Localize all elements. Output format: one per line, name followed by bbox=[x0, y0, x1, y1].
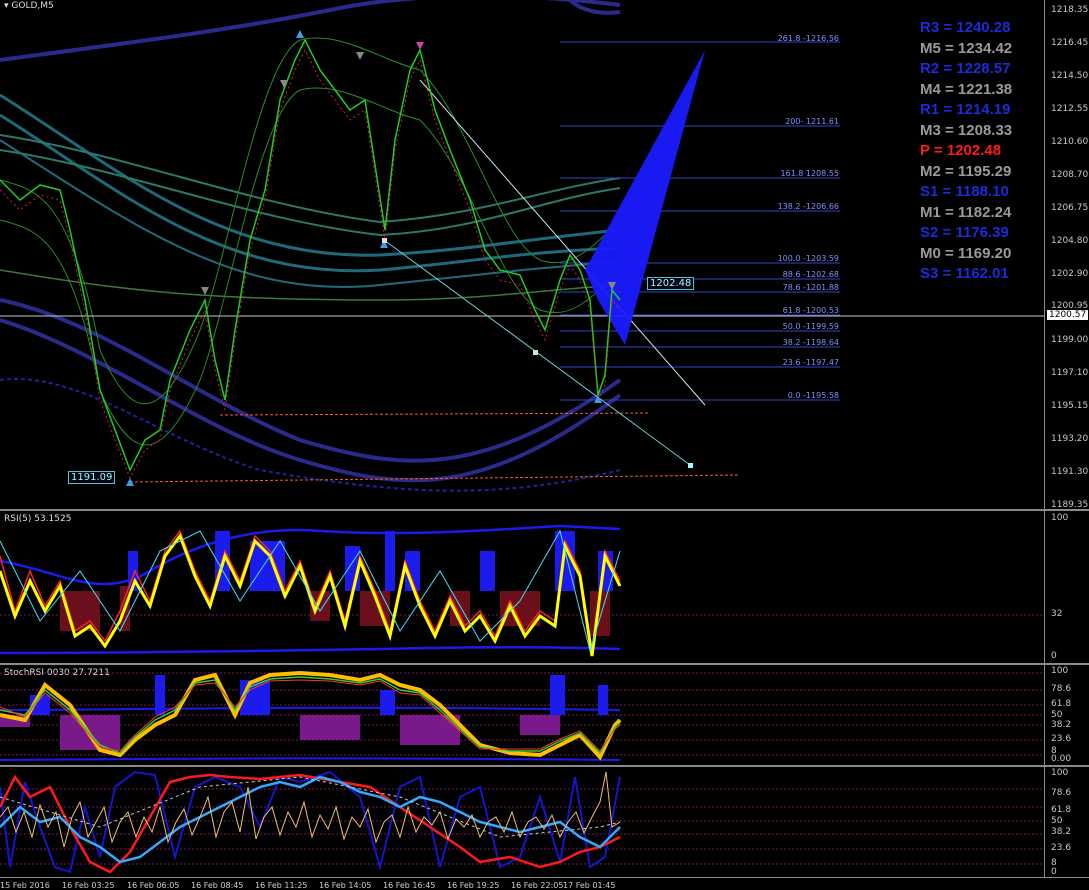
stoch-tick: 38.2 bbox=[1051, 720, 1072, 730]
pivot-levels: R3 = 1240.28 M5 = 1234.42 R2 = 1228.57 M… bbox=[920, 18, 1012, 285]
fib-label: 50.0 -1199.59 bbox=[782, 322, 839, 331]
pivot-p: P = 1202.48 bbox=[920, 142, 1002, 159]
price-tick: 1193.20 bbox=[1051, 434, 1089, 444]
oscillator-graphics bbox=[0, 770, 1045, 874]
rsi-tick: 32 bbox=[1051, 609, 1063, 619]
fib-label: 161.8 1208.55 bbox=[780, 169, 839, 178]
osc-tick: 78.6 bbox=[1051, 788, 1072, 798]
oscillator-scale[interactable]: 100 78.6 61.8 50 38.2 23.6 8 0 bbox=[1044, 767, 1089, 877]
fib-label: 200- 1211.61 bbox=[785, 117, 839, 126]
price-tick: 1191.30 bbox=[1051, 467, 1089, 477]
pivot-r1: R1 = 1214.19 bbox=[920, 101, 1011, 118]
osc-tick: 61.8 bbox=[1051, 805, 1072, 815]
chart-window[interactable]: ▾ GOLD,M5 261.8 -1216.56 200- 1211.61 16… bbox=[0, 0, 1089, 890]
price-tick: 1202.90 bbox=[1051, 269, 1089, 279]
price-tick: 1208.70 bbox=[1051, 170, 1089, 180]
time-axis[interactable]: 15 Feb 2016 16 Feb 03:25 16 Feb 06:05 16… bbox=[0, 877, 1089, 890]
price-tick: 1206.75 bbox=[1051, 203, 1089, 213]
pivot-m4: M4 = 1221.38 bbox=[920, 80, 1013, 98]
pivot-r2: R2 = 1228.57 bbox=[920, 60, 1011, 77]
stoch-tick: 78.6 bbox=[1051, 684, 1072, 694]
pivot-r3: R3 = 1240.28 bbox=[920, 19, 1011, 36]
rsi-graphics bbox=[0, 524, 1045, 657]
fib-label: 138.2 -1206.66 bbox=[777, 202, 839, 211]
price-tick: 1216.45 bbox=[1051, 38, 1089, 48]
pivot-m0: M0 = 1169.20 bbox=[920, 244, 1012, 262]
price-pane[interactable]: ▾ GOLD,M5 261.8 -1216.56 200- 1211.61 16… bbox=[0, 0, 1045, 509]
high-price-marker: 1202.48 bbox=[647, 277, 695, 290]
osc-tick: 38.2 bbox=[1051, 827, 1072, 837]
fib-label: 38.2 -1198.64 bbox=[782, 338, 839, 347]
stoch-tick: 50 bbox=[1051, 710, 1063, 720]
osc-tick: 0 bbox=[1051, 867, 1057, 877]
stoch-tick: 23.6 bbox=[1051, 734, 1072, 744]
pivot-m5: M5 = 1234.42 bbox=[920, 39, 1013, 57]
fib-label: 78.6 -1201.88 bbox=[782, 283, 839, 292]
price-tick: 1197.10 bbox=[1051, 368, 1089, 378]
stoch-tick: 61.8 bbox=[1051, 699, 1072, 709]
current-price-tag: 1200.57 bbox=[1047, 310, 1089, 320]
fib-label: 61.8 -1200.53 bbox=[782, 306, 839, 315]
osc-tick: 100 bbox=[1051, 768, 1069, 778]
stoch-scale[interactable]: 100 78.6 61.8 50 38.2 23.6 8 0.00 bbox=[1044, 665, 1089, 765]
pivot-m2: M2 = 1195.29 bbox=[920, 162, 1012, 180]
stoch-graphics bbox=[0, 670, 1045, 761]
pivot-s1: S1 = 1188.10 bbox=[920, 183, 1009, 200]
osc-tick: 50 bbox=[1051, 816, 1063, 826]
price-tick: 1212.55 bbox=[1051, 104, 1089, 114]
pivot-s2: S2 = 1176.39 bbox=[920, 224, 1009, 241]
stoch-tick: 0.00 bbox=[1051, 754, 1072, 764]
osc-tick: 23.6 bbox=[1051, 843, 1072, 853]
rsi-tick: 100 bbox=[1051, 513, 1069, 523]
rsi-pane[interactable]: RSI(5) 53.1525 bbox=[0, 511, 1045, 663]
price-tick: 1210.60 bbox=[1051, 137, 1089, 147]
pivot-s3: S3 = 1162.01 bbox=[920, 265, 1009, 282]
fib-label: 100.0 -1203.59 bbox=[777, 254, 839, 263]
fib-label: 88.6 -1202.68 bbox=[782, 270, 839, 279]
price-tick: 1199.00 bbox=[1051, 335, 1089, 345]
price-tick: 1218.35 bbox=[1051, 5, 1089, 15]
price-tick: 1204.80 bbox=[1051, 236, 1089, 246]
stoch-tick: 100 bbox=[1051, 666, 1069, 676]
pivot-m3: M3 = 1208.33 bbox=[920, 121, 1013, 139]
fib-label: 0.0 -1195.58 bbox=[787, 391, 839, 400]
fib-label: 261.8 -1216.56 bbox=[777, 34, 839, 43]
oscillator-pane[interactable] bbox=[0, 767, 1045, 877]
price-tick: 1214.50 bbox=[1051, 71, 1089, 81]
price-chart-graphics bbox=[0, 0, 1045, 492]
fib-label: 23.6 -1197.47 bbox=[782, 358, 839, 367]
price-scale[interactable]: 1218.35 1216.45 1214.50 1212.55 1210.60 … bbox=[1044, 0, 1089, 510]
rsi-scale[interactable]: 100 32 0 bbox=[1044, 511, 1089, 663]
stoch-pane[interactable]: StochRSI 0030 27.7211 bbox=[0, 665, 1045, 765]
pivot-m1: M1 = 1182.24 bbox=[920, 203, 1012, 221]
rsi-tick: 0 bbox=[1051, 651, 1057, 661]
price-tick: 1195.15 bbox=[1051, 401, 1089, 411]
low-price-marker: 1191.09 bbox=[68, 471, 116, 484]
